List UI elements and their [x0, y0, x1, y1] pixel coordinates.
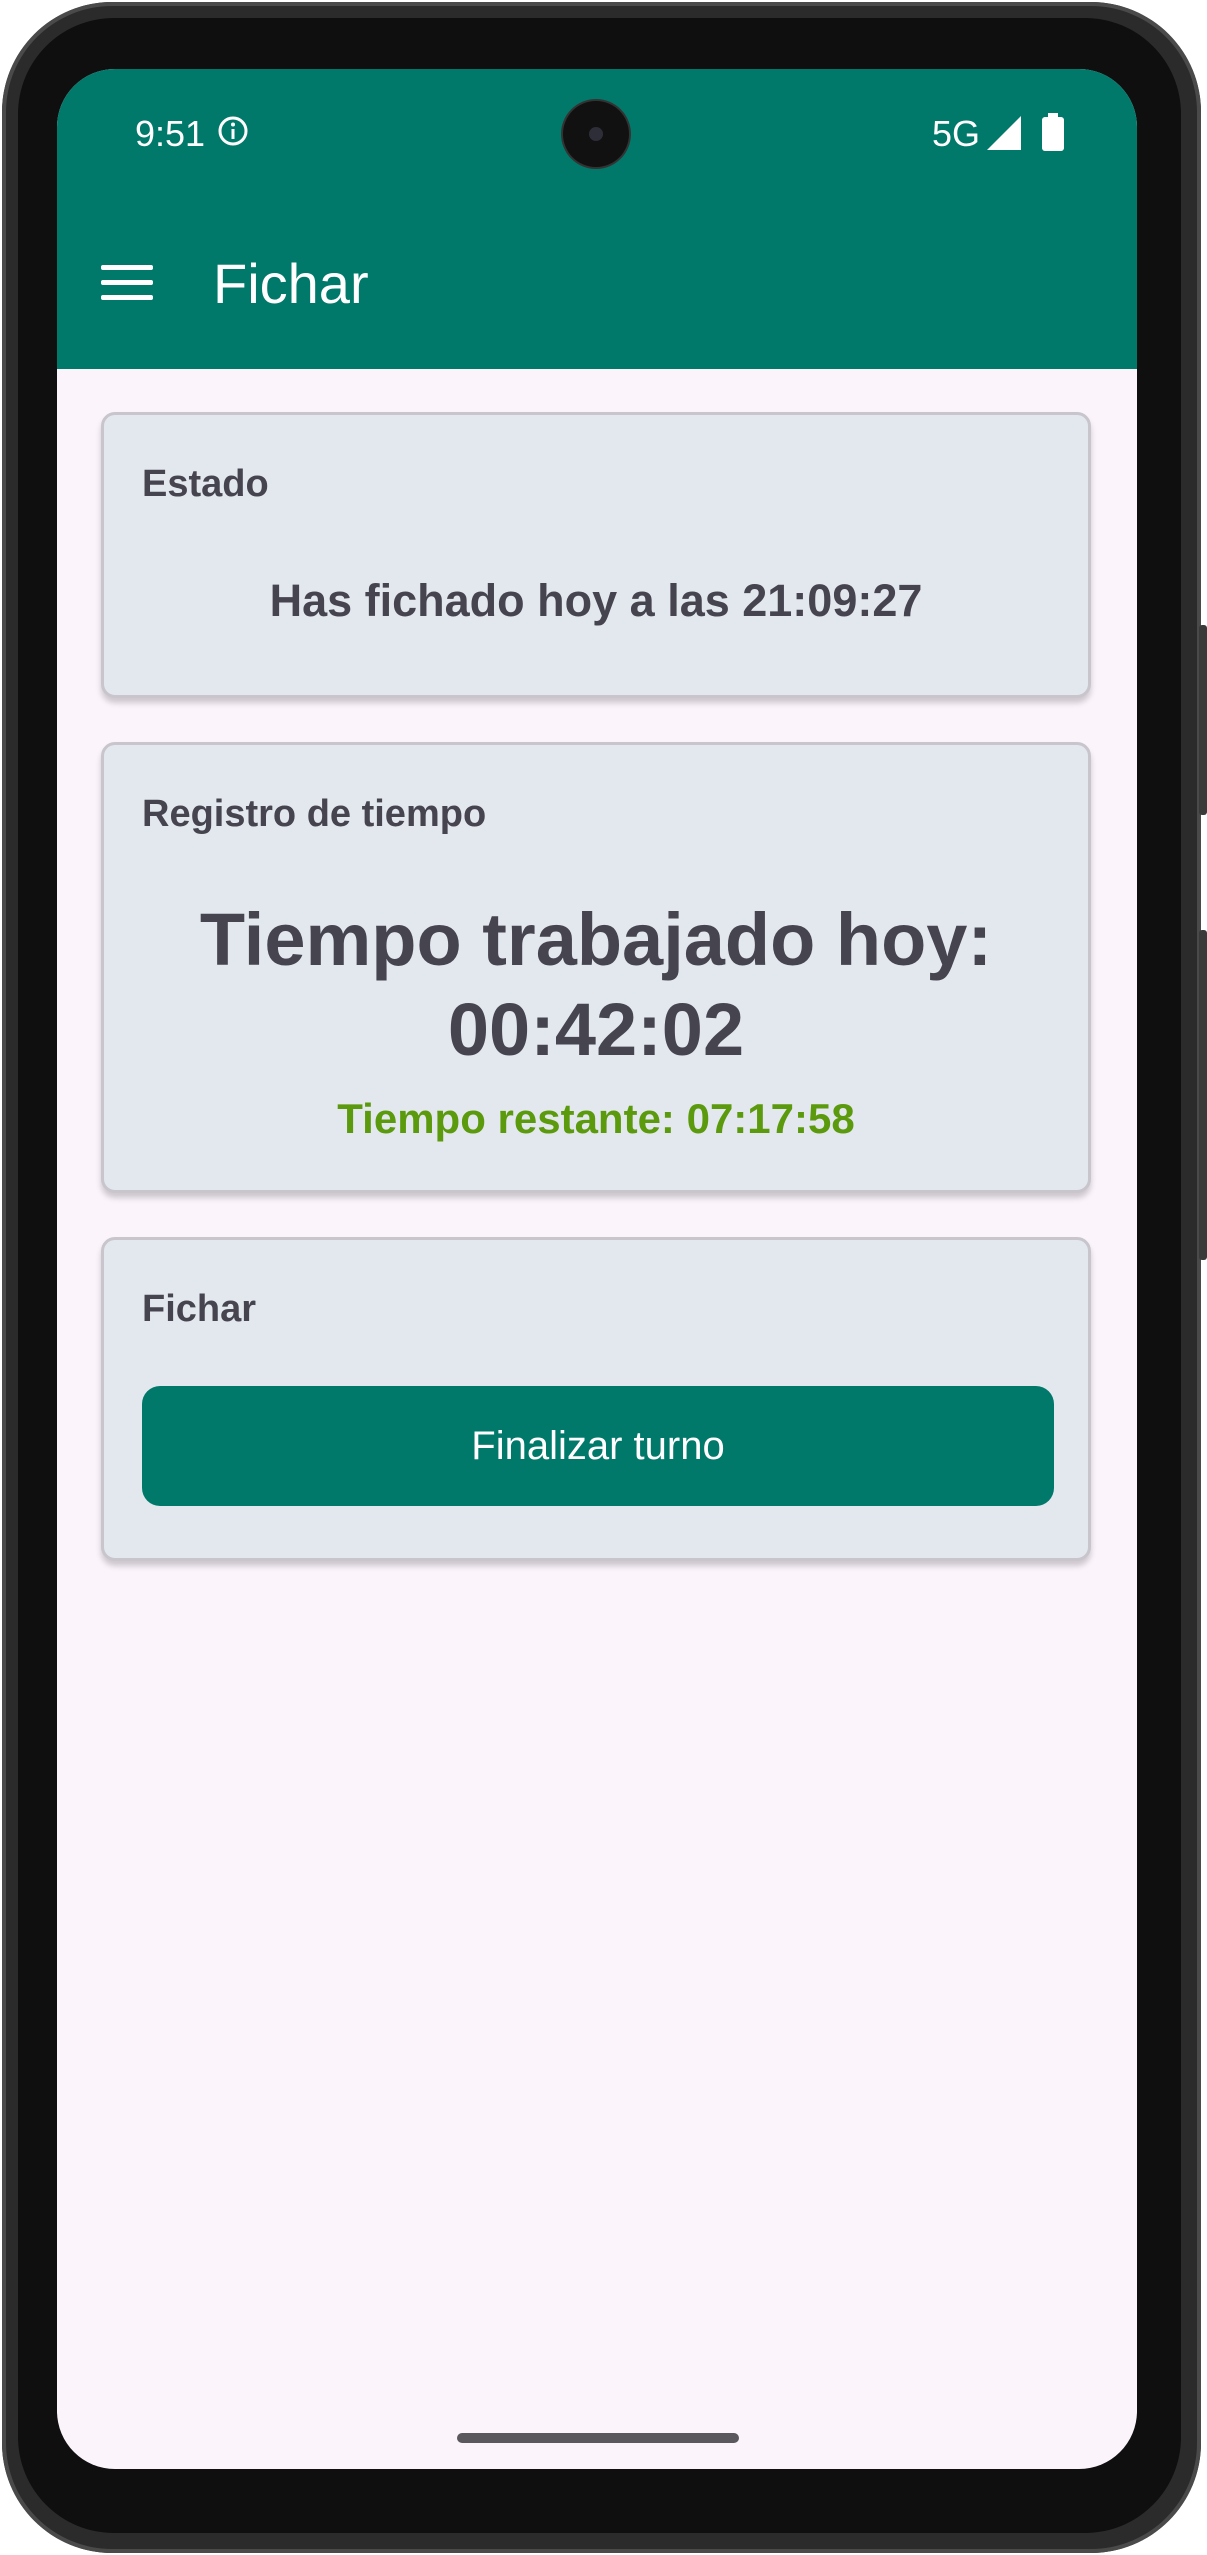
clock-card: Fichar Finalizar turno — [101, 1237, 1091, 1561]
screen: 9:51 5G Fichar Estado Has fichado hoy a … — [57, 69, 1137, 2469]
end-shift-button[interactable]: Finalizar turno — [142, 1386, 1054, 1506]
network-type: 5G — [932, 113, 981, 154]
volume-button — [1199, 930, 1207, 1260]
info-icon — [218, 116, 248, 146]
status-card-title: Estado — [142, 463, 269, 505]
worked-time-label: Tiempo trabajado hoy: — [199, 898, 993, 981]
remaining-time: Tiempo restante: 07:17:58 — [337, 1095, 855, 1142]
time-log-card: Registro de tiempo Tiempo trabajado hoy:… — [101, 742, 1091, 1193]
app-title: Fichar — [213, 252, 369, 315]
clock-card-title: Fichar — [142, 1288, 257, 1330]
status-bar: 9:51 5G — [57, 69, 1137, 199]
power-button — [1199, 625, 1207, 815]
app-bar: Fichar — [57, 199, 1137, 369]
menu-icon[interactable] — [101, 263, 153, 303]
clock-in-status: Has fichado hoy a las 21:09:27 — [269, 575, 923, 626]
phone-device: 9:51 5G Fichar Estado Has fichado hoy a … — [0, 0, 1207, 2555]
home-indicator[interactable] — [457, 2433, 739, 2443]
front-camera — [563, 101, 629, 167]
worked-time-value: 00:42:02 — [447, 988, 745, 1071]
battery-icon — [1042, 113, 1064, 151]
status-time: 9:51 — [135, 113, 206, 154]
status-card: Estado Has fichado hoy a las 21:09:27 — [101, 412, 1091, 698]
signal-icon — [987, 116, 1021, 150]
time-log-card-title: Registro de tiempo — [142, 793, 487, 835]
